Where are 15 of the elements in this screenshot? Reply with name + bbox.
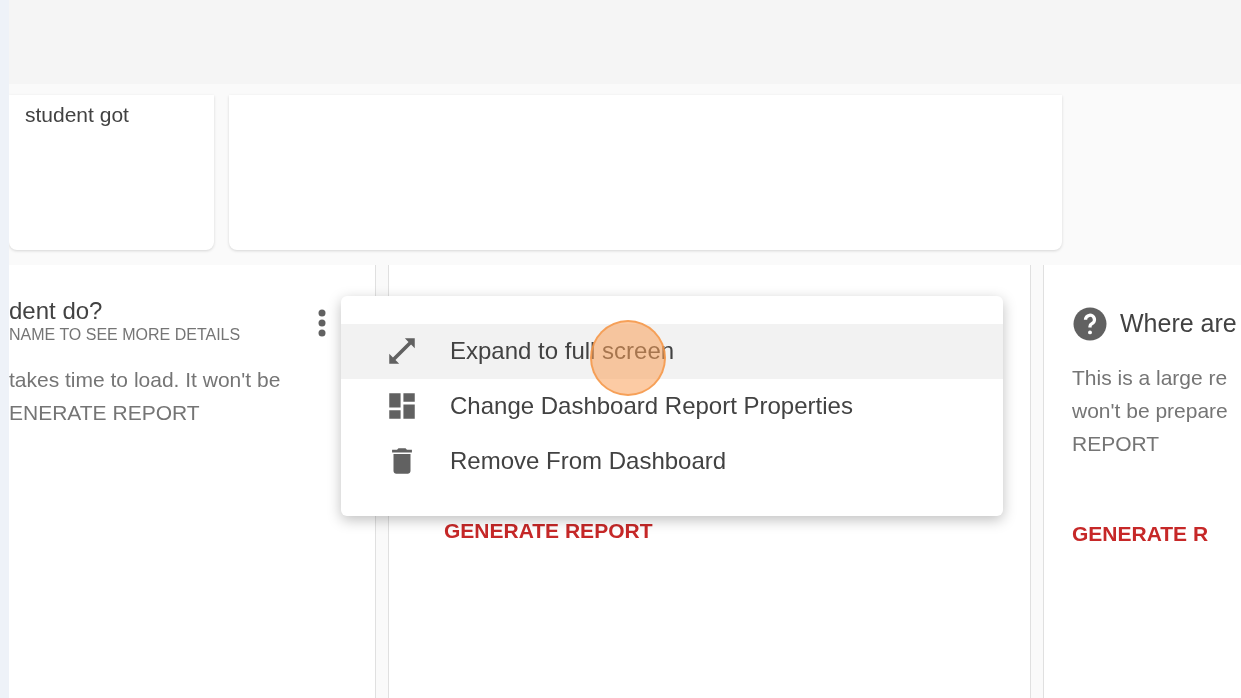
card-title: Where are: [1120, 308, 1237, 339]
card-title: dent do?: [9, 297, 104, 325]
menu-item[interactable]: Change Dashboard Report Properties: [341, 378, 1003, 434]
card-description: ENERATE REPORT: [9, 400, 201, 426]
generate-report-button[interactable]: GENERATE REPORT: [444, 515, 653, 547]
more-icon: [318, 308, 326, 338]
help-icon: [1072, 305, 1108, 342]
card-description: won't be prepare: [1072, 397, 1229, 424]
card-description: REPORT: [1072, 430, 1161, 457]
generate-report-button[interactable]: GENERATE R: [1072, 517, 1209, 549]
card-description: takes time to load. It won't be: [9, 367, 282, 393]
card-text: student got: [25, 103, 129, 126]
menu-item[interactable]: Remove From Dashboard: [341, 433, 1003, 488]
card-description: This is a large re: [1072, 364, 1229, 391]
card-subtitle: NAME TO SEE MORE DETAILS: [9, 325, 242, 345]
